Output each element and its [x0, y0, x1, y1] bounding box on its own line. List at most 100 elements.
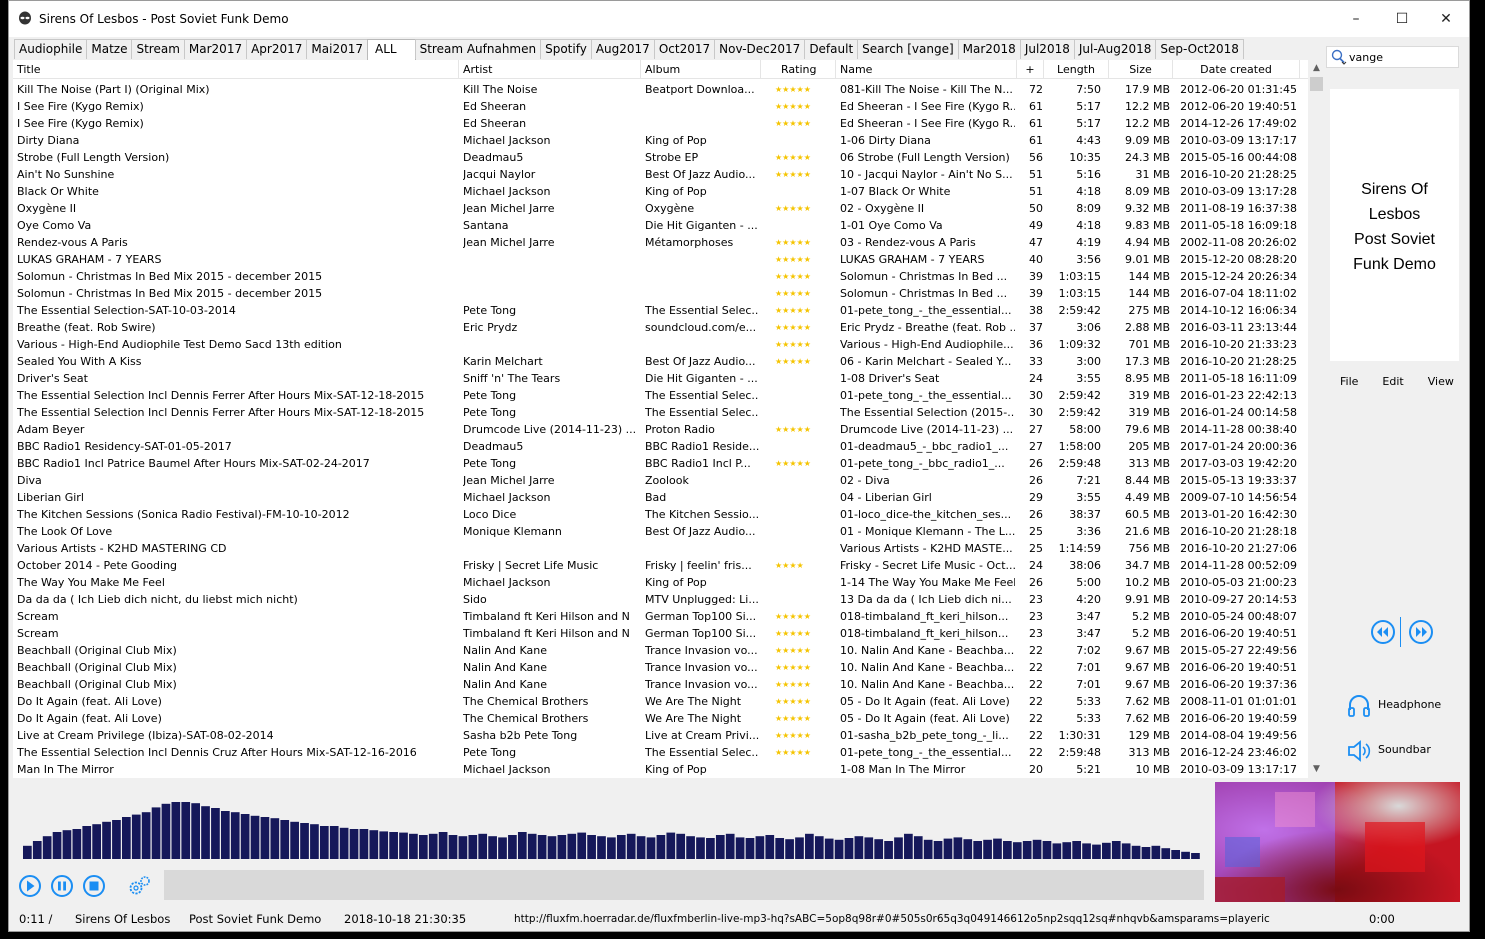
col-date-created-header[interactable]: Date created: [1173, 60, 1300, 79]
pause-button[interactable]: [51, 875, 73, 897]
track-row[interactable]: Do It Again (feat. Ali Love) The Chemical…: [13, 710, 1308, 727]
track-row[interactable]: Driver's Seat Sniff 'n' The Tears Die Hit …: [13, 370, 1308, 387]
tab-all[interactable]: ALL: [367, 39, 416, 61]
track-row[interactable]: BBC Radio1 Residency-SAT-01-05-2017 Deadm…: [13, 438, 1308, 455]
search-box[interactable]: [1326, 46, 1459, 68]
track-row[interactable]: The Essential Selection-SAT-10-03-2014 Pe…: [13, 302, 1308, 319]
cell-rating: ★★★★★: [775, 153, 811, 162]
track-row[interactable]: Diva Jean Michel Jarre Zoolook 02 - Diva 26 7…: [13, 472, 1308, 489]
col-length-header[interactable]: Length: [1044, 60, 1109, 79]
close-button[interactable]: ✕: [1423, 1, 1469, 37]
scroll-thumb[interactable]: [1310, 77, 1323, 91]
spectrum-bar: [993, 838, 1002, 859]
tab-oct2017[interactable]: Oct2017: [653, 39, 716, 59]
col-artist-header[interactable]: Artist: [459, 60, 641, 79]
track-row[interactable]: The Way You Make Me Feel Michael Jackson K…: [13, 574, 1308, 591]
track-row[interactable]: The Essential Selection Incl Dennis Cruz…: [13, 744, 1308, 761]
stop-button[interactable]: [83, 875, 105, 897]
tab-matze[interactable]: Matze: [86, 39, 133, 59]
settings-gears-icon[interactable]: [129, 876, 150, 895]
cell-album: Best Of Jazz Audio...: [645, 168, 756, 181]
track-row[interactable]: Kill The Noise (Part I) (Original Mix) Ki…: [13, 81, 1308, 98]
track-row[interactable]: The Essential Selection Incl Dennis Ferr…: [13, 404, 1308, 421]
track-row[interactable]: Various - High-End Audiophile Test Demo …: [13, 336, 1308, 353]
scroll-up-icon[interactable]: ▲: [1308, 60, 1325, 77]
cell-size: 9.67 MB: [1124, 644, 1170, 657]
track-row[interactable]: Black Or White Michael Jackson King of Pop…: [13, 183, 1308, 200]
track-row[interactable]: Various Artists - K2HD MASTERING CD Vario…: [13, 540, 1308, 557]
track-row[interactable]: Oye Como Va Santana Die Hit Giganten - ...…: [13, 217, 1308, 234]
track-row[interactable]: Liberian Girl Michael Jackson Bad 04 - Libe…: [13, 489, 1308, 506]
cell-date-created: 2011-05-18 16:09:18: [1180, 219, 1297, 232]
tab-mar2018[interactable]: Mar2018: [957, 39, 1021, 59]
tab-mar2017[interactable]: Mar2017: [183, 39, 248, 59]
col-album-header[interactable]: Album: [641, 60, 761, 79]
search-input[interactable]: [1349, 49, 1454, 65]
vertical-scrollbar[interactable]: ▲ ▼: [1308, 60, 1325, 778]
tab-audiophile[interactable]: Audiophile: [14, 39, 88, 59]
search-icon[interactable]: [1330, 49, 1348, 65]
track-row[interactable]: Beachball (Original Club Mix) Nalin And K…: [13, 676, 1308, 693]
track-row[interactable]: The Essential Selection Incl Dennis Ferr…: [13, 387, 1308, 404]
track-row[interactable]: Scream Timbaland ft Keri Hilson and N Germ…: [13, 608, 1308, 625]
track-row[interactable]: The Kitchen Sessions (Sonica Radio Festi…: [13, 506, 1308, 523]
track-row[interactable]: Do It Again (feat. Ali Love) The Chemical…: [13, 693, 1308, 710]
track-row[interactable]: Breathe (feat. Rob Swire) Eric Prydz sound…: [13, 319, 1308, 336]
track-row[interactable]: Ain't No Sunshine Jacqui Naylor Best Of Ja…: [13, 166, 1308, 183]
tab-nov-dec2017[interactable]: Nov-Dec2017: [714, 39, 806, 59]
track-row[interactable]: Solomun - Christmas In Bed Mix 2015 - de…: [13, 285, 1308, 302]
minimize-button[interactable]: –: [1333, 1, 1379, 37]
track-row[interactable]: Solomun - Christmas In Bed Mix 2015 - de…: [13, 268, 1308, 285]
output-soundbar[interactable]: Soundbar: [1346, 738, 1431, 764]
tab-stream-aufnahmen[interactable]: Stream Aufnahmen: [414, 39, 542, 59]
track-row[interactable]: Live at Cream Privilege (Ibiza)-SAT-08-0…: [13, 727, 1308, 744]
tab-search-vange[interactable]: Search [vange]: [857, 39, 959, 59]
track-row[interactable]: Dirty Diana Michael Jackson King of Pop 1-0…: [13, 132, 1308, 149]
track-row[interactable]: Strobe (Full Length Version) Deadmau5 Stro…: [13, 149, 1308, 166]
output-headphone[interactable]: Headphone: [1346, 693, 1441, 719]
seek-bar[interactable]: [164, 870, 1204, 900]
scroll-down-icon[interactable]: ▼: [1308, 761, 1325, 778]
cell-rating: ★★★★★: [775, 119, 811, 128]
track-row[interactable]: LUKAS GRAHAM - 7 YEARS ★★★★★ LUKAS GRAHAM …: [13, 251, 1308, 268]
tab-sep-oct2018[interactable]: Sep-Oct2018: [1155, 39, 1244, 59]
menu-view[interactable]: View: [1428, 375, 1454, 388]
track-row[interactable]: I See Fire (Kygo Remix) Ed Sheeran ★★★★★ Ed…: [13, 98, 1308, 115]
cell-size: 12.2 MB: [1124, 100, 1170, 113]
col-size-header[interactable]: Size: [1109, 60, 1173, 79]
tab-spotify[interactable]: Spotify: [540, 39, 592, 59]
tab-apr2017[interactable]: Apr2017: [246, 39, 308, 59]
menu-edit[interactable]: Edit: [1382, 375, 1403, 388]
menu-file[interactable]: File: [1340, 375, 1358, 388]
track-row[interactable]: The Look Of Love Monique Klemann Best Of J…: [13, 523, 1308, 540]
tab-aug2017[interactable]: Aug2017: [590, 39, 655, 59]
spectrum-bar: [151, 807, 161, 859]
tab-mai2017[interactable]: Mai2017: [306, 39, 368, 59]
col-playcount-header[interactable]: +: [1017, 60, 1044, 79]
track-row[interactable]: Adam Beyer Drumcode Live (2014-11-23) ...…: [13, 421, 1308, 438]
play-button[interactable]: [19, 875, 41, 897]
tab-stream[interactable]: Stream: [131, 39, 185, 59]
col-title-header[interactable]: Title: [13, 60, 459, 79]
track-row[interactable]: Da da da ( Ich Lieb dich nicht, du liebs…: [13, 591, 1308, 608]
track-row[interactable]: Scream Timbaland ft Keri Hilson and N Germ…: [13, 625, 1308, 642]
track-row[interactable]: I See Fire (Kygo Remix) Ed Sheeran ★★★★★ Ed…: [13, 115, 1308, 132]
track-row[interactable]: Man In The Mirror Michael Jackson King of …: [13, 761, 1308, 778]
col-name-header[interactable]: Name: [836, 60, 1017, 79]
tab-jul-aug2018[interactable]: Jul-Aug2018: [1073, 39, 1157, 59]
next-button[interactable]: [1408, 619, 1434, 645]
track-row[interactable]: October 2014 - Pete Gooding Frisky | Secr…: [13, 557, 1308, 574]
cell-rating: [775, 387, 844, 404]
track-list[interactable]: Title Artist Album Rating Name + Length Size Dat…: [13, 60, 1308, 778]
previous-button[interactable]: [1370, 619, 1396, 645]
maximize-button[interactable]: ☐: [1379, 1, 1425, 37]
col-rating-header[interactable]: Rating: [761, 60, 836, 79]
track-row[interactable]: Oxygène II Jean Michel Jarre Oxygène ★★★★★ 0…: [13, 200, 1308, 217]
track-row[interactable]: Rendez-vous A Paris Jean Michel Jarre Méta…: [13, 234, 1308, 251]
track-row[interactable]: Beachball (Original Club Mix) Nalin And K…: [13, 642, 1308, 659]
tab-default[interactable]: Default: [804, 39, 859, 59]
track-row[interactable]: Sealed You With A Kiss Karin Melchart Best…: [13, 353, 1308, 370]
tab-jul2018[interactable]: Jul2018: [1019, 39, 1075, 59]
track-row[interactable]: BBC Radio1 Incl Patrice Baumel After Hou…: [13, 455, 1308, 472]
track-row[interactable]: Beachball (Original Club Mix) Nalin And K…: [13, 659, 1308, 676]
